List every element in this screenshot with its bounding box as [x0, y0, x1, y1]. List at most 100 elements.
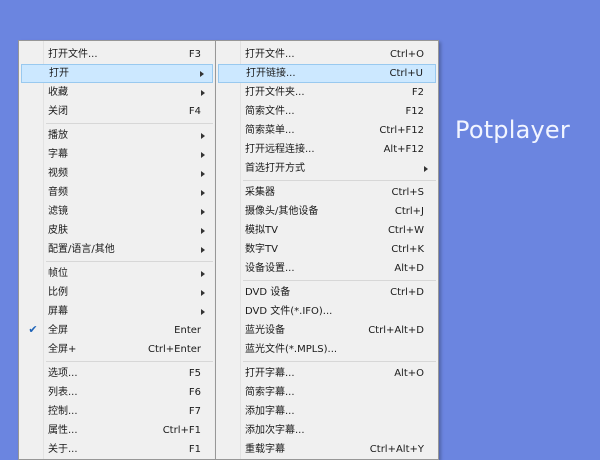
- main-menu-item[interactable]: 帧位: [21, 264, 213, 283]
- submenu-item[interactable]: 打开文件夹... F2: [218, 83, 436, 102]
- submenu-item-shortcut: Ctrl+D: [390, 287, 424, 298]
- main-menu-item-label: 屏幕: [48, 306, 68, 317]
- submenu-item[interactable]: 打开文件... Ctrl+O: [218, 45, 436, 64]
- main-menu-item[interactable]: ✔ 全屏 Enter: [21, 321, 213, 340]
- main-menu-item[interactable]: 关于... F1: [21, 440, 213, 459]
- potplayer-logo-text: Potplayer: [455, 116, 570, 144]
- main-menu-item-label: 列表...: [48, 387, 78, 398]
- main-menu-item[interactable]: 打开文件... F3: [21, 45, 213, 64]
- main-menu-item[interactable]: 视频: [21, 164, 213, 183]
- submenu-arrow-icon: [201, 189, 205, 196]
- submenu-item[interactable]: 首选打开方式: [218, 159, 436, 178]
- submenu-item-shortcut: F12: [405, 106, 424, 117]
- submenu-item[interactable]: DVD 文件(*.IFO)...: [218, 302, 436, 321]
- main-menu-item[interactable]: 音频: [21, 183, 213, 202]
- submenu-item[interactable]: 重载字幕 Ctrl+Alt+Y: [218, 440, 436, 459]
- submenu-item[interactable]: DVD 设备 Ctrl+D: [218, 283, 436, 302]
- main-menu-item-label: 视频: [48, 168, 68, 179]
- submenu-item[interactable]: 蓝光文件(*.MPLS)...: [218, 340, 436, 359]
- submenu-arrow-icon: [201, 208, 205, 215]
- main-menu-item-label: 打开文件...: [48, 49, 98, 60]
- main-menu-items: 打开文件... F3 打开收藏关闭 F4 播放字幕视频音频滤镜皮肤配置/语言/其他帧位比…: [19, 45, 215, 459]
- submenu-item-label: 简索菜单...: [245, 125, 295, 136]
- main-menu-item-label: 皮肤: [48, 225, 68, 236]
- main-menu-item[interactable]: 收藏: [21, 83, 213, 102]
- main-menu-item[interactable]: 打开: [21, 64, 213, 83]
- main-menu-item-label: 关于...: [48, 444, 78, 455]
- main-menu-item-label: 打开: [49, 68, 69, 79]
- submenu-item[interactable]: 打开字幕... Alt+O: [218, 364, 436, 383]
- submenu-item-label: 简索文件...: [245, 106, 295, 117]
- submenu-item[interactable]: 数字TV Ctrl+K: [218, 240, 436, 259]
- main-menu-separator: [46, 123, 213, 124]
- main-menu-item-shortcut: F7: [188, 406, 201, 417]
- submenu-item-label: 采集器: [245, 187, 275, 198]
- submenu-arrow-icon: [201, 308, 205, 315]
- main-menu-item[interactable]: 字幕: [21, 145, 213, 164]
- submenu-item[interactable]: 设备设置... Alt+D: [218, 259, 436, 278]
- submenu-item[interactable]: 采集器 Ctrl+S: [218, 183, 436, 202]
- main-menu-item[interactable]: 屏幕: [21, 302, 213, 321]
- open-submenu: 打开文件... Ctrl+O 打开链接... Ctrl+U 打开文件夹... F2 简索文件…: [215, 40, 439, 460]
- main-menu-item[interactable]: 全屏+ Ctrl+Enter: [21, 340, 213, 359]
- submenu-item[interactable]: 简索字幕...: [218, 383, 436, 402]
- submenu-arrow-icon: [201, 246, 205, 253]
- submenu-item-shortcut: F2: [411, 87, 424, 98]
- submenu-arrow-icon: [200, 70, 204, 77]
- submenu-item[interactable]: 添加字幕...: [218, 402, 436, 421]
- main-menu-item-label: 关闭: [48, 106, 68, 117]
- main-menu-item[interactable]: 比例: [21, 283, 213, 302]
- main-menu-item[interactable]: 配置/语言/其他: [21, 240, 213, 259]
- submenu-item[interactable]: 打开链接... Ctrl+U: [218, 64, 436, 83]
- main-menu-item-label: 字幕: [48, 149, 68, 160]
- main-menu-item-label: 全屏+: [48, 344, 77, 355]
- main-menu-item-label: 控制...: [48, 406, 78, 417]
- main-menu-item-label: 滤镜: [48, 206, 68, 217]
- main-menu-item[interactable]: 选项... F5: [21, 364, 213, 383]
- main-menu-item[interactable]: 属性... Ctrl+F1: [21, 421, 213, 440]
- submenu-separator: [243, 280, 436, 281]
- submenu-item[interactable]: 简索文件... F12: [218, 102, 436, 121]
- main-menu-item[interactable]: 滤镜: [21, 202, 213, 221]
- main-menu-item[interactable]: 控制... F7: [21, 402, 213, 421]
- main-menu-item-shortcut: F4: [188, 106, 201, 117]
- main-context-menu: 打开文件... F3 打开收藏关闭 F4 播放字幕视频音频滤镜皮肤配置/语言/其他帧位比…: [18, 40, 216, 460]
- submenu-item[interactable]: 摄像头/其他设备 Ctrl+J: [218, 202, 436, 221]
- main-menu-item-shortcut: Ctrl+F1: [162, 425, 201, 436]
- submenu-item-label: 数字TV: [245, 244, 278, 255]
- submenu-item-shortcut: Ctrl+K: [391, 244, 424, 255]
- main-menu-item-shortcut: F3: [188, 49, 201, 60]
- submenu-arrow-icon: [201, 289, 205, 296]
- submenu-item-shortcut: Ctrl+O: [389, 49, 424, 60]
- submenu-item-label: 打开文件夹...: [245, 87, 305, 98]
- submenu-item-label: 打开远程连接...: [245, 144, 315, 155]
- main-menu-item-shortcut: Enter: [174, 325, 201, 336]
- main-menu-item[interactable]: 皮肤: [21, 221, 213, 240]
- submenu-arrow-icon: [424, 165, 428, 172]
- main-menu-item-label: 配置/语言/其他: [48, 244, 115, 255]
- checkmark-icon: ✔: [28, 323, 38, 336]
- submenu-arrow-icon: [201, 170, 205, 177]
- main-menu-item-label: 全屏: [48, 325, 68, 336]
- main-menu-item[interactable]: 关闭 F4: [21, 102, 213, 121]
- submenu-item[interactable]: 添加次字幕...: [218, 421, 436, 440]
- submenu-arrow-icon: [201, 89, 205, 96]
- submenu-item[interactable]: 打开远程连接... Alt+F12: [218, 140, 436, 159]
- main-menu-item-label: 收藏: [48, 87, 68, 98]
- submenu-arrow-icon: [201, 151, 205, 158]
- submenu-item-shortcut: Alt+O: [394, 368, 424, 379]
- submenu-item-label: DVD 文件(*.IFO)...: [245, 306, 333, 317]
- submenu-item-label: 打开文件...: [245, 49, 295, 60]
- submenu-item[interactable]: 蓝光设备 Ctrl+Alt+D: [218, 321, 436, 340]
- submenu-item-shortcut: Ctrl+W: [387, 225, 424, 236]
- main-menu-item-shortcut: F1: [188, 444, 201, 455]
- submenu-item-shortcut: Alt+F12: [383, 144, 424, 155]
- submenu-item[interactable]: 简索菜单... Ctrl+F12: [218, 121, 436, 140]
- submenu-item-label: 设备设置...: [245, 263, 295, 274]
- main-menu-item[interactable]: 列表... F6: [21, 383, 213, 402]
- main-menu-item[interactable]: 播放: [21, 126, 213, 145]
- submenu-item-label: 打开链接...: [246, 68, 296, 79]
- submenu-item[interactable]: 模拟TV Ctrl+W: [218, 221, 436, 240]
- main-menu-item-label: 播放: [48, 130, 68, 141]
- submenu-item-shortcut: Ctrl+Alt+D: [368, 325, 424, 336]
